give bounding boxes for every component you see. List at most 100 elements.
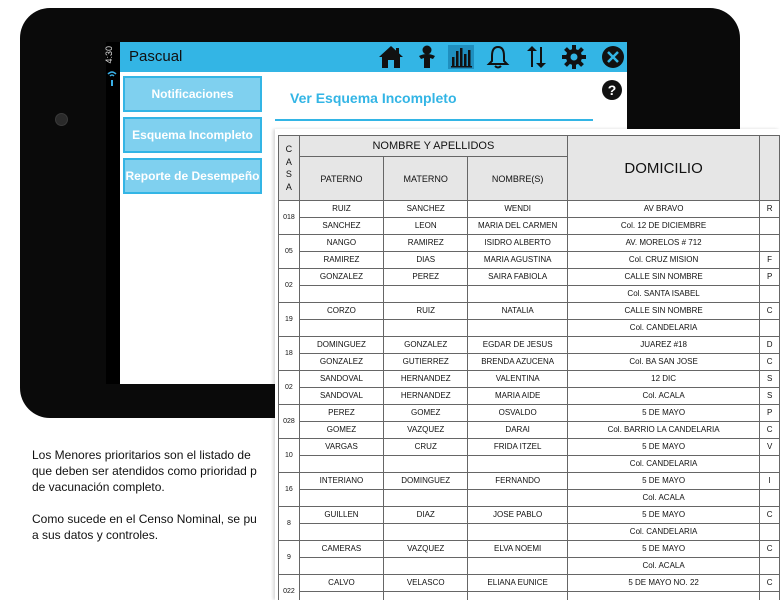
cell-nombre bbox=[467, 285, 568, 303]
table-row[interactable]: Col. CANDELARIA bbox=[279, 455, 780, 473]
caption-text: Los Menores prioritarios son el listado … bbox=[32, 447, 282, 543]
table-row[interactable]: 018 RUIZ SANCHEZ WENDI AV BRAVO R bbox=[278, 200, 780, 235]
cell-nombre: ELIANA EUNICE bbox=[467, 574, 568, 592]
table-row[interactable]: Col. ACALA bbox=[279, 557, 780, 575]
cell-extra: P bbox=[759, 404, 780, 422]
child-icon[interactable] bbox=[414, 45, 440, 69]
table-row[interactable]: Col. ACALA bbox=[279, 489, 780, 507]
camera-lens bbox=[55, 113, 68, 126]
cell-extra: C bbox=[759, 574, 780, 592]
column-header-nombres: NOMBRE(S) bbox=[467, 156, 568, 201]
cell-extra bbox=[759, 523, 780, 541]
sidebar-item-reporte-desempeno[interactable]: Reporte de Desempeño bbox=[123, 158, 262, 194]
cell-materno: GUTIERREZ bbox=[383, 353, 469, 371]
table-row[interactable]: 02 SANDOVAL HERNANDEZ VALENTINA 12 DIC S bbox=[278, 370, 780, 405]
census-body: 018 RUIZ SANCHEZ WENDI AV BRAVO R SANCHEZ LEON M… bbox=[278, 200, 780, 600]
cell-materno bbox=[383, 489, 469, 507]
cell-nombre: FERNANDO bbox=[467, 472, 568, 490]
cell-casa: 10 bbox=[278, 438, 300, 473]
sync-arrows-icon[interactable] bbox=[523, 45, 549, 69]
cell-nombre: NATALIA bbox=[467, 302, 568, 320]
cell-extra: V bbox=[759, 438, 780, 456]
cell-materno: DOMINGUEZ bbox=[383, 472, 469, 490]
cell-paterno: RUIZ bbox=[298, 200, 385, 218]
cell-paterno: SANDOVAL bbox=[298, 370, 385, 388]
cell-paterno: VARGAS bbox=[298, 438, 385, 456]
table-row[interactable]: 18 DOMINGUEZ GONZALEZ EGDAR DE JESUS JUAREZ … bbox=[278, 336, 780, 371]
cell-paterno: GONZALEZ bbox=[298, 268, 385, 286]
bar-chart-icon[interactable] bbox=[448, 45, 474, 69]
table-row[interactable]: 10 VARGAS CRUZ FRIDA ITZEL 5 DE MAYO V bbox=[278, 438, 780, 473]
cell-nombre: FRIDA ITZEL bbox=[467, 438, 568, 456]
cell-extra: S bbox=[759, 370, 780, 388]
cell-nombre: JOSE PABLO bbox=[467, 506, 568, 524]
cell-materno: SANCHEZ bbox=[383, 200, 469, 218]
cell-nombre: BRENDA AZUCENA bbox=[467, 353, 568, 371]
cell-domicilio: Col. CANDELARIA bbox=[566, 319, 761, 337]
cell-paterno bbox=[298, 523, 385, 541]
cell-extra bbox=[759, 591, 780, 600]
table-row[interactable]: 022 CALVO VELASCO ELIANA EUNICE 5 DE MAYO NO… bbox=[278, 574, 780, 600]
table-row[interactable]: 8 GUILLEN DIAZ JOSE PABLO 5 DE MAYO C bbox=[278, 506, 780, 541]
app-bar: Pascual bbox=[120, 42, 627, 72]
app-title: Pascual bbox=[129, 48, 183, 65]
cell-extra bbox=[759, 489, 780, 507]
table-row[interactable]: 19 CORZO RUIZ NATALIA CALLE SIN NOMBRE C bbox=[278, 302, 780, 337]
bell-icon[interactable] bbox=[485, 45, 511, 69]
table-row[interactable] bbox=[279, 591, 780, 600]
table-row[interactable]: 028 PEREZ GOMEZ OSVALDO 5 DE MAYO P bbox=[278, 404, 780, 439]
cell-nombre bbox=[467, 319, 568, 337]
cell-paterno: NANGO bbox=[298, 234, 385, 252]
cell-nombre bbox=[467, 523, 568, 541]
table-row[interactable]: 9 CAMERAS VAZQUEZ ELVA NOEMI 5 DE MAYO C bbox=[278, 540, 780, 575]
cell-materno: HERNANDEZ bbox=[383, 387, 469, 405]
help-icon[interactable]: ? bbox=[601, 79, 623, 101]
cell-extra: C bbox=[759, 353, 780, 371]
cell-casa: 9 bbox=[278, 540, 300, 575]
cell-casa: 18 bbox=[278, 336, 300, 371]
caption-line: Como sucede en el Censo Nominal, se pu bbox=[32, 512, 257, 526]
table-row[interactable]: Col. CANDELARIA bbox=[279, 523, 780, 541]
table-row[interactable]: Col. CANDELARIA bbox=[279, 319, 780, 337]
column-header-casa: CASA bbox=[278, 135, 300, 201]
column-header-domicilio: DOMICILIO bbox=[566, 135, 761, 201]
cell-paterno: SANDOVAL bbox=[298, 387, 385, 405]
cell-materno: LEON bbox=[383, 217, 469, 235]
cell-materno: RUIZ bbox=[383, 302, 469, 320]
table-row[interactable]: GOMEZ VAZQUEZ DARAI Col. BARRIO LA CANDELAR… bbox=[279, 421, 780, 439]
cell-paterno: SANCHEZ bbox=[298, 217, 385, 235]
table-row[interactable]: GONZALEZ GUTIERREZ BRENDA AZUCENA Col. BA S… bbox=[279, 353, 780, 371]
close-icon[interactable] bbox=[600, 45, 626, 69]
gear-icon[interactable] bbox=[561, 45, 587, 69]
cell-domicilio: Col. ACALA bbox=[566, 489, 761, 507]
cell-casa: 8 bbox=[278, 506, 300, 541]
column-header-materno: MATERNO bbox=[383, 156, 469, 201]
table-row[interactable]: 02 GONZALEZ PEREZ SAIRA FABIOLA CALLE SIN NO… bbox=[278, 268, 780, 303]
cell-domicilio: Col. CANDELARIA bbox=[566, 455, 761, 473]
table-row[interactable]: SANDOVAL HERNANDEZ MARIA AIDE Col. ACALA S bbox=[279, 387, 780, 405]
table-row[interactable]: SANCHEZ LEON MARIA DEL CARMEN Col. 12 DE DI… bbox=[279, 217, 780, 235]
cell-materno: CRUZ bbox=[383, 438, 469, 456]
column-header-extra bbox=[759, 135, 780, 201]
table-row[interactable]: Col. SANTA ISABEL bbox=[279, 285, 780, 303]
cell-nombre: WENDI bbox=[467, 200, 568, 218]
cell-domicilio: Col. ACALA bbox=[566, 387, 761, 405]
cell-nombre: MARIA AIDE bbox=[467, 387, 568, 405]
table-row[interactable]: RAMIREZ DIAS MARIA AGUSTINA Col. CRUZ MISIO… bbox=[279, 251, 780, 269]
cell-extra bbox=[759, 319, 780, 337]
cell-casa: 05 bbox=[278, 234, 300, 269]
cell-materno: PEREZ bbox=[383, 268, 469, 286]
cell-nombre: MARIA DEL CARMEN bbox=[467, 217, 568, 235]
cell-paterno bbox=[298, 319, 385, 337]
table-row[interactable]: 05 NANGO RAMIREZ ISIDRO ALBERTO AV. MORELOS … bbox=[278, 234, 780, 269]
table-row[interactable]: 16 INTERIANO DOMINGUEZ FERNANDO 5 DE MAYO I bbox=[278, 472, 780, 507]
cell-materno bbox=[383, 557, 469, 575]
cell-casa: 19 bbox=[278, 302, 300, 337]
cell-domicilio: 5 DE MAYO bbox=[566, 404, 761, 422]
home-icon[interactable] bbox=[378, 45, 404, 69]
caption-line: que deben ser atendidos como prioridad p bbox=[32, 464, 257, 478]
sidebar-item-notificaciones[interactable]: Notificaciones bbox=[123, 76, 262, 112]
sidebar-item-esquema-incompleto[interactable]: Esquema Incompleto bbox=[123, 117, 262, 153]
cell-extra: I bbox=[759, 472, 780, 490]
cell-domicilio bbox=[566, 591, 761, 600]
